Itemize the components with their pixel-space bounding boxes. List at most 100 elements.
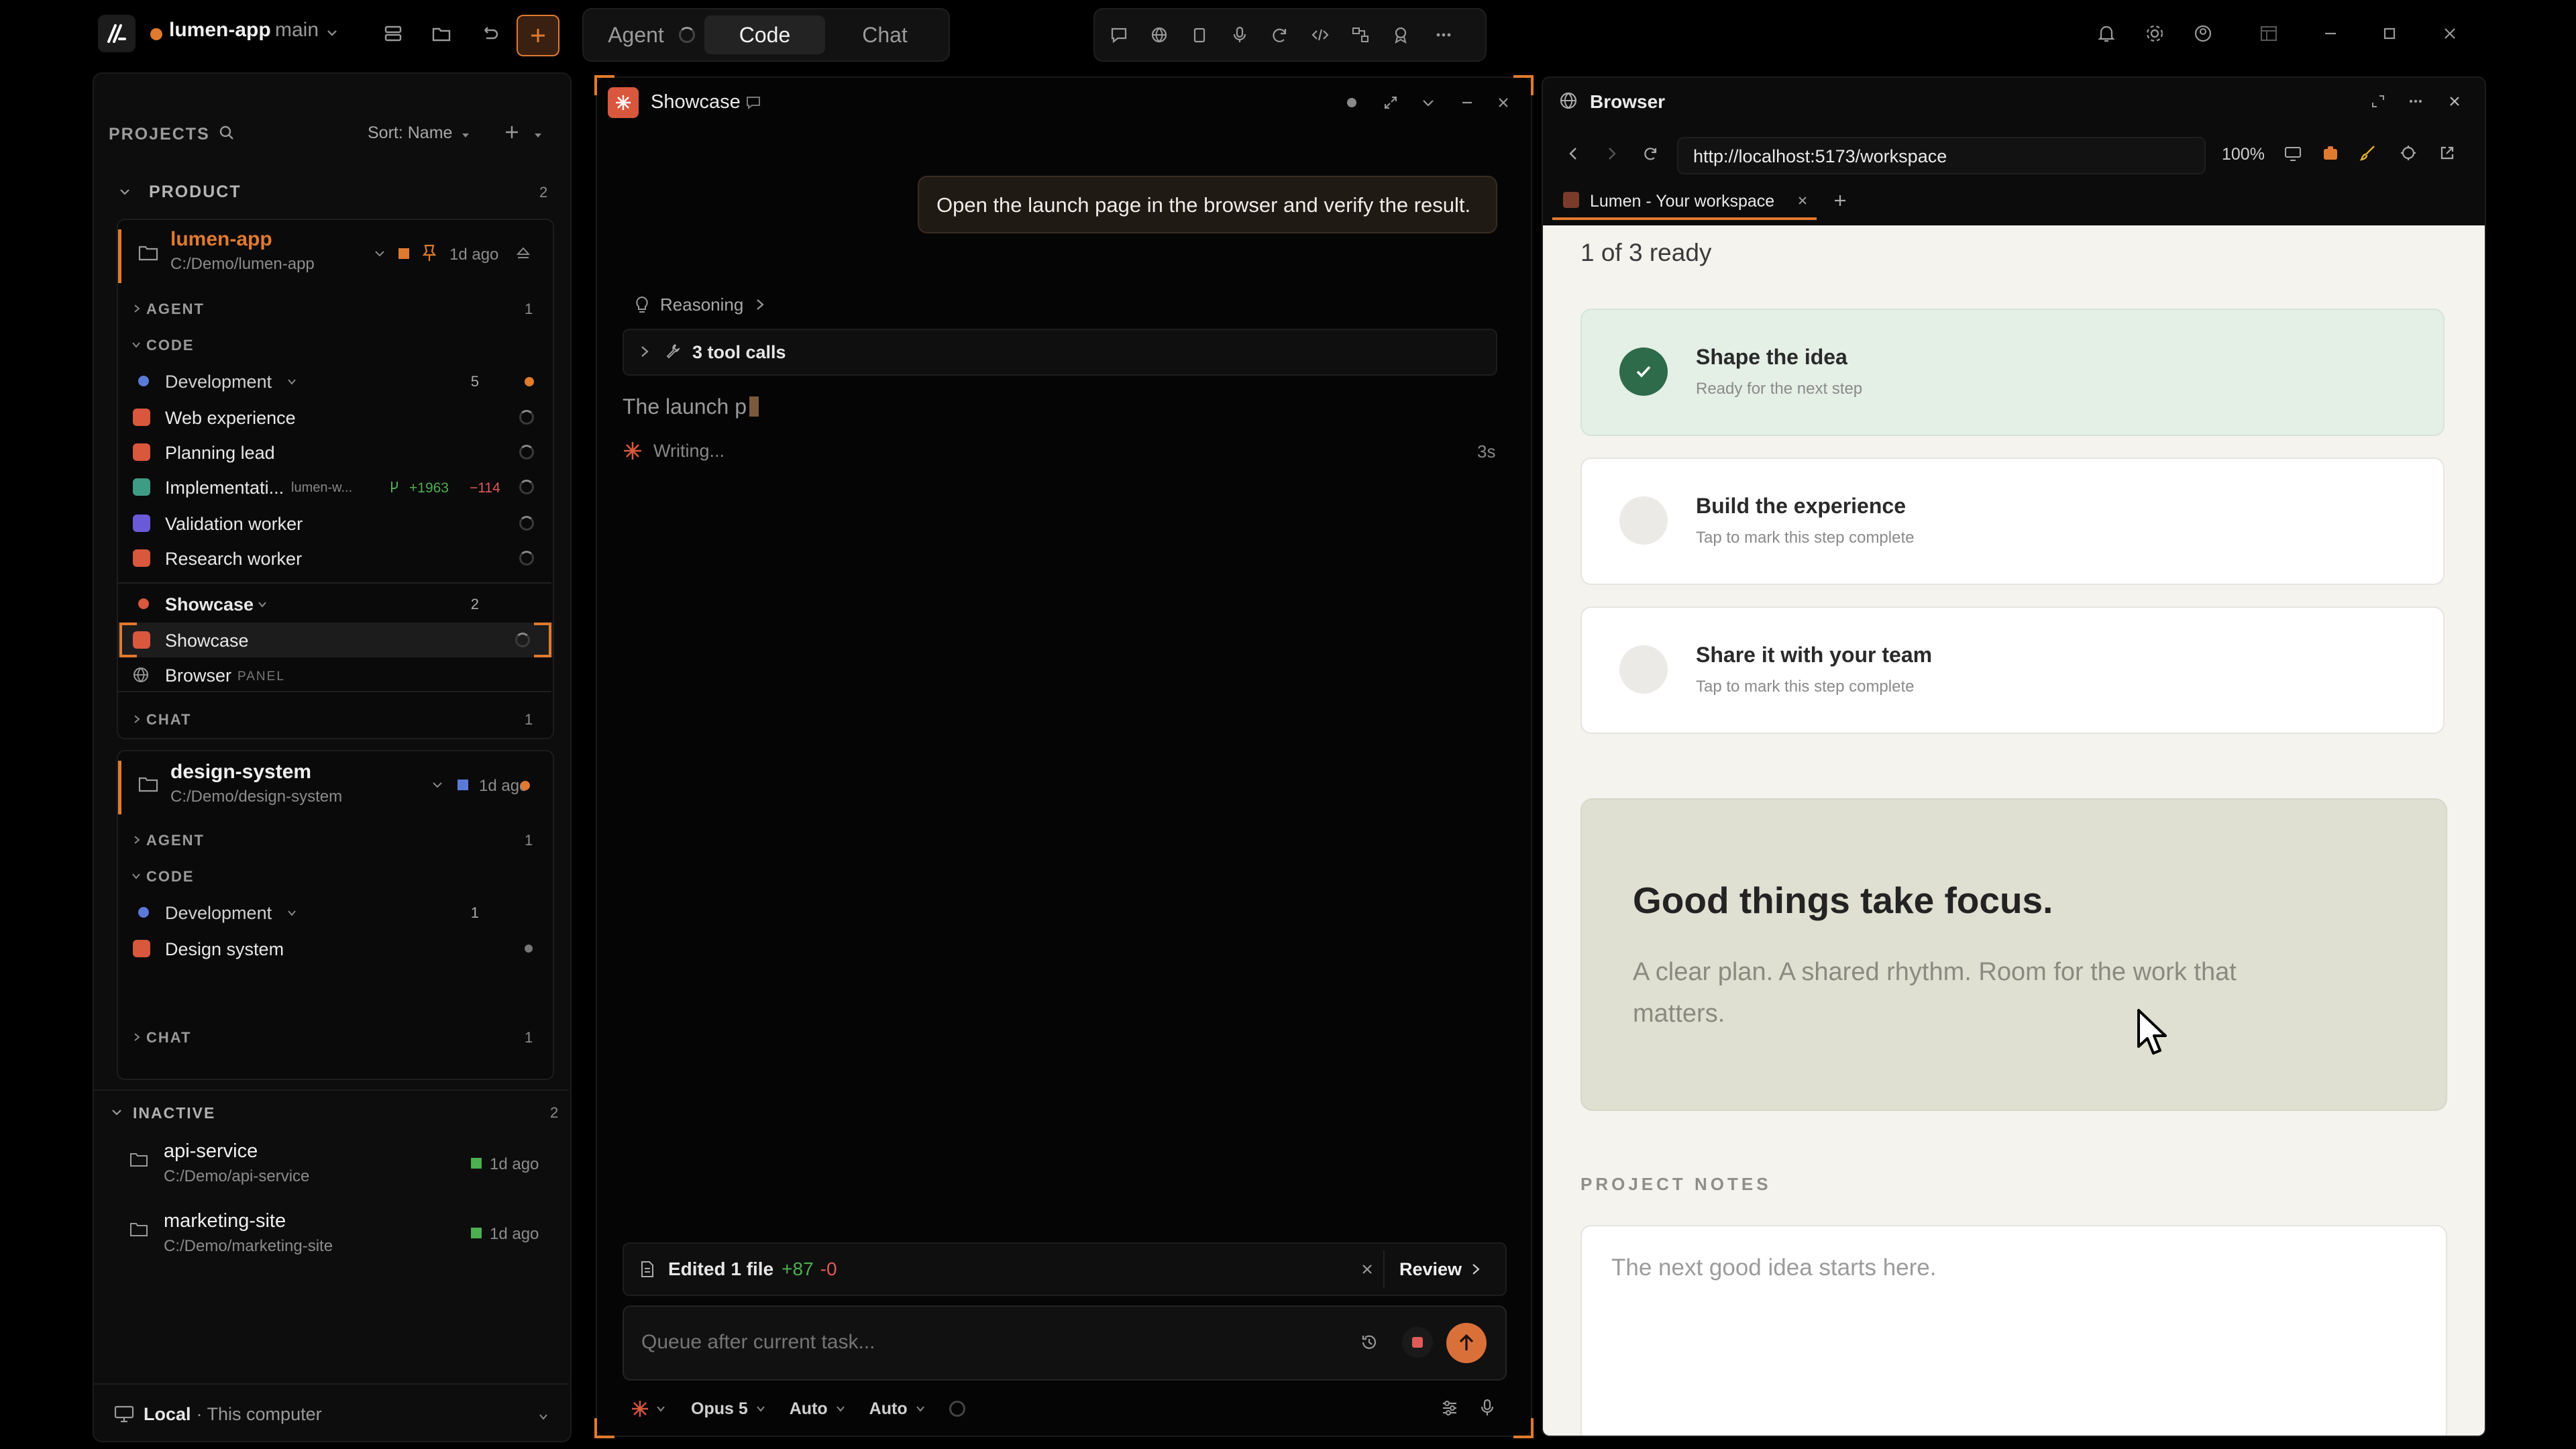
chevron-down-icon[interactable]: [373, 247, 386, 260]
close-icon[interactable]: [1493, 93, 1513, 113]
step-card-shape-idea[interactable]: Shape the idea Ready for the next step: [1580, 309, 2445, 436]
chevron-right-icon[interactable]: [131, 303, 142, 314]
clipboard-icon[interactable]: [1186, 21, 1213, 48]
tab-chat[interactable]: Chat: [833, 15, 936, 54]
stop-button[interactable]: [1402, 1327, 1433, 1358]
extension-icon[interactable]: [2320, 142, 2341, 164]
sliders-icon[interactable]: [1438, 1397, 1461, 1419]
chevron-down-icon[interactable]: [110, 1107, 123, 1118]
tab-agent[interactable]: Agent: [597, 15, 675, 54]
send-button[interactable]: [1446, 1323, 1487, 1363]
list-item[interactable]: Web experience: [118, 400, 553, 435]
new-task-button[interactable]: [517, 15, 559, 56]
expand-icon[interactable]: [2368, 91, 2388, 111]
minimize-icon[interactable]: [2317, 20, 2344, 47]
chevron-down-icon[interactable]: [118, 185, 131, 199]
chevron-down-icon[interactable]: [916, 1405, 925, 1412]
model-selector[interactable]: Opus 5: [691, 1399, 748, 1419]
section-agent[interactable]: AGENT: [146, 832, 205, 849]
device-icon[interactable]: [2282, 144, 2304, 165]
group-development[interactable]: Development 5: [118, 364, 553, 398]
project-marketing-site[interactable]: marketing-site C:/Demo/marketing-site 1d…: [117, 1205, 551, 1272]
check-icon[interactable]: [1619, 347, 1668, 396]
edited-files-bar[interactable]: Edited 1 file +87 -0 Review: [623, 1242, 1507, 1296]
close-icon[interactable]: [2445, 91, 2465, 111]
sidebar-item-browser[interactable]: Browser PANEL: [118, 657, 553, 692]
prompt-input[interactable]: [640, 1323, 1313, 1362]
new-tab-icon[interactable]: [1830, 191, 1850, 211]
more-icon[interactable]: [2406, 91, 2426, 111]
chevron-down-icon[interactable]: [322, 23, 342, 43]
search-icon[interactable]: [216, 122, 237, 144]
chevron-down-icon[interactable]: [537, 1411, 550, 1422]
list-item[interactable]: Planning lead: [118, 435, 553, 470]
project-api-service[interactable]: api-service C:/Demo/api-service 1d ago: [117, 1135, 551, 1202]
group-development[interactable]: Development 1: [118, 895, 553, 930]
sidebar-item-showcase[interactable]: Showcase: [118, 623, 553, 657]
url-text[interactable]: http://localhost:5173/workspace: [1693, 146, 1947, 167]
section-chat[interactable]: CHAT: [146, 711, 191, 729]
branch-name[interactable]: main: [275, 19, 319, 42]
chevron-right-icon[interactable]: [131, 835, 142, 845]
project-name-design-system[interactable]: design-system: [170, 761, 311, 784]
workflow-icon[interactable]: [1347, 21, 1374, 48]
group-inactive[interactable]: INACTIVE: [133, 1104, 215, 1122]
app-logo-icon[interactable]: [98, 15, 136, 52]
pin-icon[interactable]: [420, 243, 439, 263]
globe-icon[interactable]: [1146, 21, 1173, 48]
chevron-down-icon[interactable]: [130, 871, 142, 881]
sort-caret-icon[interactable]: [459, 129, 472, 142]
brush-icon[interactable]: [2357, 142, 2379, 164]
section-agent[interactable]: AGENT: [146, 301, 205, 318]
bell-icon[interactable]: [2093, 20, 2120, 47]
project-name-lumen-app[interactable]: lumen-app: [170, 228, 272, 251]
chevron-down-icon[interactable]: [836, 1405, 845, 1412]
close-tab-icon[interactable]: [1795, 193, 1810, 208]
layout-icon[interactable]: [2255, 20, 2282, 47]
minimize-icon[interactable]: [1457, 93, 1477, 113]
sort-dropdown[interactable]: Sort: Name: [368, 123, 452, 143]
code-icon[interactable]: [1307, 21, 1334, 48]
account-icon[interactable]: [2190, 20, 2216, 47]
back-icon[interactable]: [1563, 144, 1583, 164]
expand-icon[interactable]: [1381, 93, 1401, 113]
comment-icon[interactable]: [743, 93, 763, 113]
list-item[interactable]: Implementati... lumen-w... +1963 −114: [118, 470, 553, 504]
chevron-right-icon[interactable]: [131, 1032, 142, 1042]
zoom-level[interactable]: 100%: [2222, 145, 2265, 164]
undo-icon[interactable]: [476, 20, 503, 47]
notes-textarea[interactable]: The next good idea starts here.: [1580, 1225, 2447, 1436]
reasoning-toggle[interactable]: Reasoning: [633, 291, 765, 318]
maximize-icon[interactable]: [2376, 20, 2403, 47]
option-selector-1[interactable]: Auto: [790, 1399, 828, 1419]
stack-icon[interactable]: [380, 20, 407, 47]
refresh-icon[interactable]: [1267, 21, 1293, 48]
chat-bubble-icon[interactable]: [1106, 21, 1132, 48]
chevron-down-icon[interactable]: [756, 1405, 765, 1412]
option-selector-2[interactable]: Auto: [869, 1399, 908, 1419]
group-product[interactable]: PRODUCT: [149, 182, 241, 202]
add-project-icon[interactable]: [500, 121, 523, 144]
address-bar[interactable]: http://localhost:5173/workspace: [1677, 137, 2206, 174]
project-name[interactable]: lumen-app: [169, 19, 271, 42]
location-selector[interactable]: Local · This computer: [114, 1401, 322, 1428]
sparkle-icon[interactable]: [631, 1399, 649, 1418]
browser-tab[interactable]: Lumen - Your workspace: [1552, 184, 1817, 220]
add-caret-icon[interactable]: [531, 129, 545, 142]
badge-icon[interactable]: [1387, 21, 1414, 48]
empty-checkbox-icon[interactable]: [1619, 645, 1668, 694]
tab-code[interactable]: Code: [704, 15, 825, 54]
section-chat[interactable]: CHAT: [146, 1029, 191, 1046]
section-code[interactable]: CODE: [146, 868, 195, 885]
forward-icon[interactable]: [1602, 144, 1622, 164]
history-icon[interactable]: [1358, 1331, 1381, 1354]
list-item[interactable]: Research worker: [118, 541, 553, 576]
gear-icon[interactable]: [2141, 20, 2168, 47]
tool-calls-toggle[interactable]: 3 tool calls: [623, 329, 1497, 376]
dismiss-icon[interactable]: [1358, 1260, 1377, 1279]
list-item[interactable]: Validation worker: [118, 506, 553, 541]
more-icon[interactable]: [1430, 21, 1457, 48]
list-item[interactable]: Design system: [118, 931, 553, 966]
chevron-down-icon[interactable]: [656, 1405, 665, 1412]
context-usage-icon[interactable]: [949, 1401, 965, 1417]
